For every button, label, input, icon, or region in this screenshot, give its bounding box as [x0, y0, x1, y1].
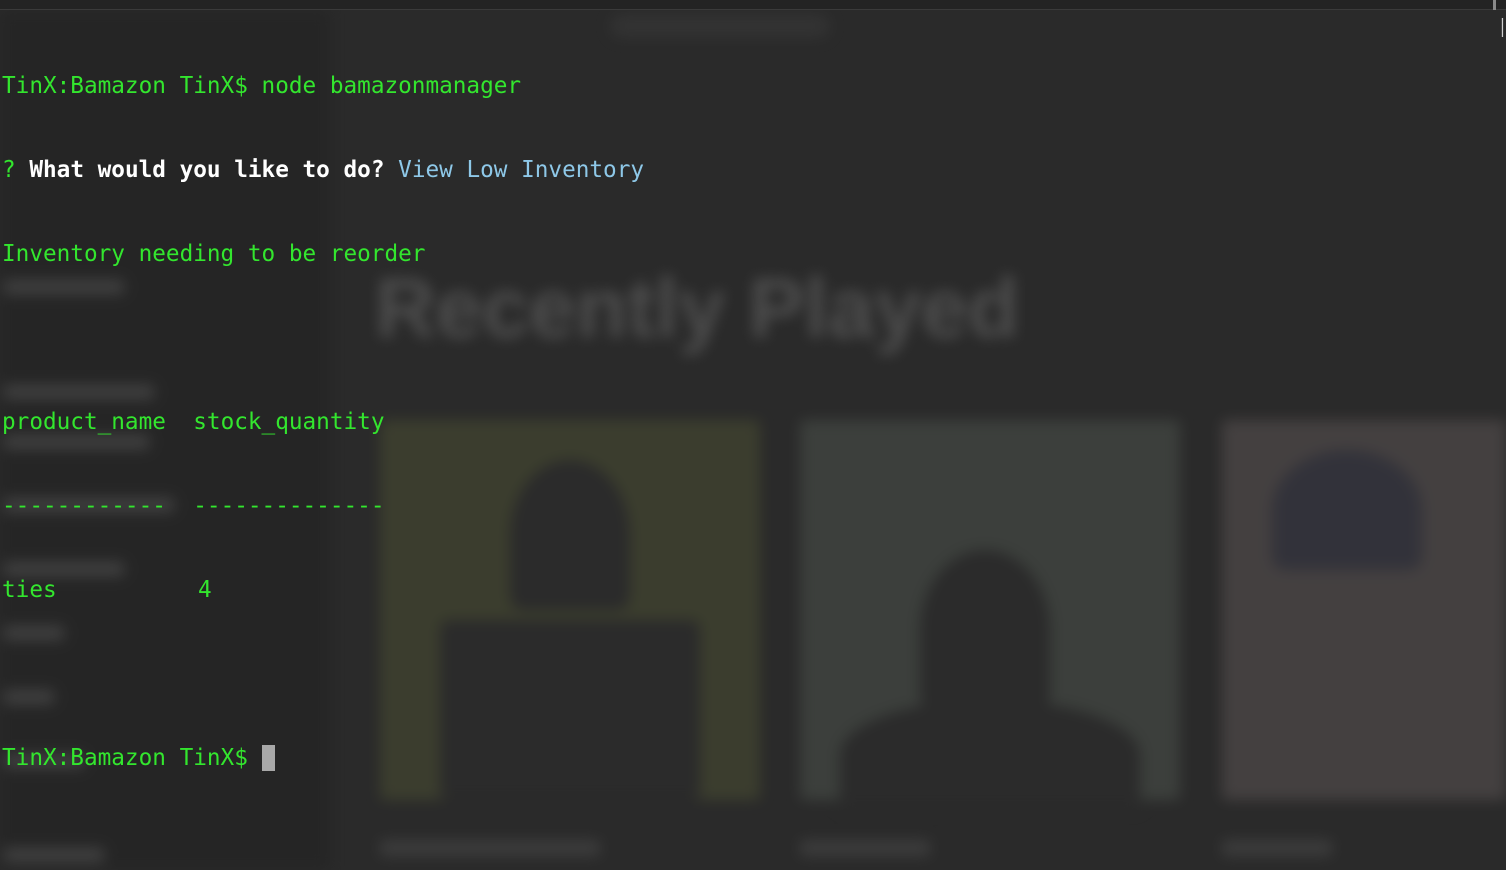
terminal-window: Recently Played TinX:Bamazon TinX$ node …: [0, 0, 1506, 870]
background-figure: [840, 700, 1140, 810]
text-cursor-marker-icon: ▏: [1502, 18, 1506, 37]
final-prompt-line: TinX:Bamazon TinX$: [2, 744, 644, 772]
window-top-edge: [0, 0, 1506, 10]
table-separator-row: ------------ --------------: [2, 492, 644, 520]
background-album-card: [1222, 420, 1506, 800]
background-figure: [920, 550, 1050, 710]
question-mark-icon: ?: [2, 157, 16, 183]
table-header-stock-quantity: stock_quantity: [193, 409, 385, 435]
background-album-card: [800, 420, 1180, 810]
background-nav-line: [4, 848, 104, 862]
table-separator: --------------: [193, 493, 385, 519]
background-caption: [380, 840, 600, 856]
text-cursor[interactable]: [261, 745, 275, 771]
question-text: What would you like to do?: [29, 157, 385, 183]
table-row: ties 4: [2, 576, 644, 604]
selected-answer: View Low Inventory: [398, 157, 645, 183]
status-message: Inventory needing to be reorder: [2, 241, 426, 267]
table-separator: ------------: [2, 493, 166, 519]
shell-prompt: TinX:Bamazon TinX$: [2, 73, 248, 99]
table-cell-product-name: ties: [2, 577, 57, 603]
background-caption: [1222, 840, 1332, 856]
inquirer-question-line: ? What would you like to do? View Low In…: [2, 156, 644, 184]
command-line: TinX:Bamazon TinX$ node bamazonmanager: [2, 72, 644, 100]
table-header-row: product_name stock_quantity: [2, 408, 644, 436]
terminal-output[interactable]: TinX:Bamazon TinX$ node bamazonmanager ?…: [2, 16, 644, 828]
table-header-product-name: product_name: [2, 409, 166, 435]
background-figure: [1272, 450, 1422, 570]
shell-prompt: TinX:Bamazon TinX$: [2, 745, 248, 771]
typed-command: node bamazonmanager: [261, 73, 522, 99]
background-caption: [800, 840, 930, 856]
window-edge-handle: [1493, 0, 1496, 10]
table-cell-stock-quantity: 4: [198, 577, 212, 603]
